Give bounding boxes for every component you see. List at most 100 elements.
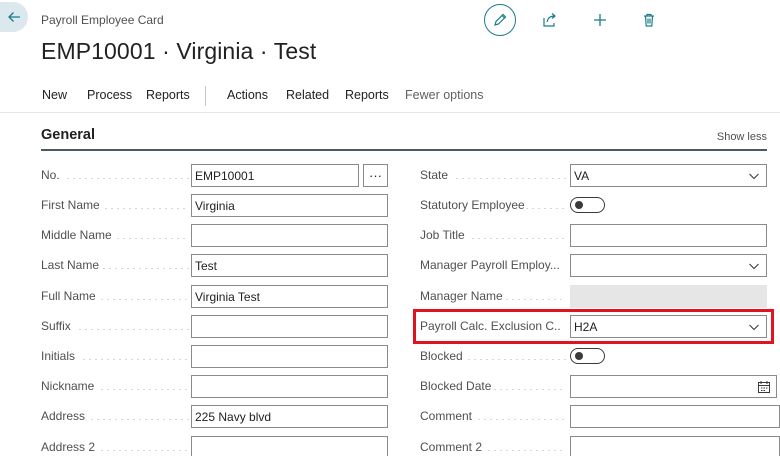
action-reports-2[interactable]: Reports [345, 88, 389, 102]
field-label: Manager Payroll Employ... [420, 258, 560, 272]
delete-button[interactable] [633, 4, 665, 36]
nickname-field[interactable] [191, 375, 388, 398]
pencil-icon [494, 13, 507, 26]
field-label: Address 2 [41, 440, 96, 454]
highlight-box [413, 309, 774, 344]
field-leader [101, 268, 189, 269]
field-leader [103, 208, 189, 209]
full-name-field[interactable]: Virginia Test [191, 285, 388, 308]
comment-2-field[interactable] [570, 436, 780, 456]
field-label: Blocked [420, 349, 463, 363]
field-label: Manager Name [420, 289, 503, 303]
action-actions[interactable]: Actions [227, 88, 268, 102]
job-title-field[interactable] [570, 224, 767, 247]
field-row-comment-2: Comment 2 [420, 436, 780, 456]
comment-field[interactable] [570, 405, 780, 428]
field-leader [486, 450, 566, 451]
field-leader [504, 299, 566, 300]
field-label: Initials [41, 349, 76, 363]
action-reports[interactable]: Reports [146, 88, 190, 102]
field-label: Job Title [420, 228, 465, 242]
field-label: Full Name [41, 289, 96, 303]
field-label: Comment [420, 409, 473, 423]
field-label: Nickname [41, 379, 95, 393]
field-row-job-title: Job Title [420, 224, 770, 247]
address-field[interactable]: 225 Navy blvd [191, 405, 388, 428]
middle-name-field[interactable] [191, 224, 388, 247]
suffix-field[interactable] [191, 315, 388, 338]
field-leader [466, 359, 566, 360]
field-leader [492, 389, 566, 390]
share-button[interactable] [533, 4, 565, 36]
lookup-button[interactable]: ··· [363, 164, 388, 187]
address-2-field[interactable] [191, 436, 388, 456]
employee-no-field[interactable]: EMP10001 [191, 164, 359, 187]
field-row-manager-name: Manager Name [420, 285, 770, 308]
edit-button[interactable] [484, 4, 516, 36]
action-fewer-options[interactable]: Fewer options [405, 88, 484, 102]
field-row-address-2: Address 2 [41, 436, 391, 456]
blocked-toggle[interactable] [570, 348, 605, 364]
field-label: Suffix [41, 319, 71, 333]
field-label: Comment 2 [420, 440, 483, 454]
page-title: EMP10001 · Virginia · Test [41, 38, 317, 64]
field-leader [454, 178, 566, 179]
field-row-manager-payroll: Manager Payroll Employ... [420, 254, 770, 277]
trash-icon [644, 13, 654, 27]
field-label: State [420, 168, 449, 182]
toggle-knob [575, 201, 583, 209]
field-row-statutory: Statutory Employee [420, 194, 770, 217]
field-label: Last Name [41, 258, 100, 272]
field-leader [470, 238, 566, 239]
arrow-left-icon [8, 12, 20, 22]
field-row-first-name: First Name Virginia [41, 194, 391, 217]
back-button[interactable] [0, 2, 28, 32]
field-row-nickname: Nickname [41, 375, 391, 398]
state-select[interactable]: VA [570, 164, 767, 187]
field-label: Address [41, 409, 86, 423]
field-row-last-name: Last Name Test [41, 254, 391, 277]
action-related[interactable]: Related [286, 88, 329, 102]
field-leader [99, 450, 189, 451]
calendar-icon[interactable] [757, 380, 771, 394]
field-leader [81, 359, 189, 360]
initials-field[interactable] [191, 345, 388, 368]
section-divider [41, 149, 767, 151]
action-bar: New Process Reports Actions Related Repo… [0, 79, 780, 113]
field-leader [115, 238, 189, 239]
chevron-down-icon [749, 173, 759, 180]
page-caption: Payroll Employee Card [41, 13, 164, 27]
action-process[interactable]: Process [87, 88, 132, 102]
field-label: Blocked Date [420, 379, 492, 393]
show-less-link[interactable]: Show less [717, 131, 767, 143]
field-row-suffix: Suffix [41, 315, 391, 338]
action-new[interactable]: New [42, 88, 67, 102]
field-label: Statutory Employee [420, 198, 525, 212]
field-leader [77, 329, 189, 330]
field-leader [99, 389, 189, 390]
section-title[interactable]: General [41, 127, 95, 143]
first-name-field[interactable]: Virginia [191, 194, 388, 217]
field-leader [99, 299, 189, 300]
field-row-full-name: Full Name Virginia Test [41, 285, 391, 308]
field-row-address: Address 225 Navy blvd [41, 405, 391, 428]
blocked-date-field[interactable] [570, 375, 777, 398]
field-leader [65, 178, 189, 179]
field-label: First Name [41, 198, 100, 212]
field-leader [476, 419, 566, 420]
manager-payroll-select[interactable] [570, 254, 767, 277]
field-row-blocked-date: Blocked Date [420, 375, 777, 398]
chevron-down-icon [749, 263, 759, 270]
plus-icon [594, 14, 606, 26]
toggle-knob [575, 352, 583, 360]
field-label: No. [41, 168, 60, 182]
share-icon [543, 13, 556, 27]
field-row-comment: Comment [420, 405, 780, 428]
field-row-state: State VA [420, 164, 770, 187]
statutory-employee-toggle[interactable] [570, 197, 605, 213]
manager-name-field [570, 285, 767, 308]
last-name-field[interactable]: Test [191, 254, 388, 277]
new-button[interactable] [584, 4, 616, 36]
field-leader [89, 419, 189, 420]
field-row-no: No. EMP10001 ··· [41, 164, 391, 187]
